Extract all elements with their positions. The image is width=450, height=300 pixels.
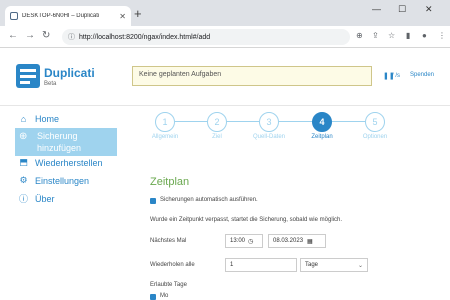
tab-close-icon[interactable]: ✕ (119, 12, 126, 21)
sidebar-item-label: hinzufügen (37, 143, 82, 153)
time-value: 13:00 (230, 238, 246, 244)
header-divider (0, 105, 450, 106)
sidepanel-icon[interactable]: ▮ (406, 31, 410, 40)
share-icon[interactable]: ⇪ (372, 31, 379, 40)
wizard-stepper: 1 2 3 4 5 Allgemein Ziel Quell-Daten Zei… (152, 112, 395, 152)
zoom-icon[interactable]: ⊕ (356, 31, 363, 40)
restore-icon: ⬒ (19, 157, 28, 167)
donate-link[interactable]: Spenden (410, 72, 434, 78)
window-close-icon[interactable]: ✕ (425, 4, 433, 15)
sidebar-item-restore[interactable]: ⬒ Wiederherstellen (17, 157, 103, 168)
repeat-count-value: 1 (230, 262, 234, 268)
throttle-speed[interactable]: / /s (392, 73, 400, 79)
time-input[interactable]: 13:00 ◷ (225, 234, 263, 248)
tab-title: DESKTOP-6N0HI – Duplicati (22, 13, 100, 19)
step-label: Quell-Daten (252, 134, 285, 140)
info-icon: ⓘ (18, 194, 28, 204)
day-checkbox-mo[interactable] (150, 294, 156, 300)
back-icon[interactable]: ← (8, 30, 18, 41)
step-label: Ziel (212, 134, 222, 140)
step-2[interactable]: 2 (207, 112, 227, 132)
step-5[interactable]: 5 (365, 112, 385, 132)
menu-icon[interactable]: ⋮ (438, 31, 446, 40)
sidebar-item-about[interactable]: ⓘ Über (17, 192, 55, 205)
repeat-count-input[interactable]: 1 (225, 258, 297, 272)
date-input[interactable]: 08.03.2023 ▦ (268, 234, 326, 248)
plus-icon: ⊕ (19, 131, 28, 142)
info-icon[interactable]: ⓘ (68, 32, 75, 42)
repeat-label: Wiederholen alle (150, 262, 195, 268)
calendar-icon: ▦ (307, 238, 313, 245)
reload-icon[interactable]: ↻ (42, 30, 50, 41)
step-3[interactable]: 3 (259, 112, 279, 132)
sidebar-item-label: Über (35, 193, 55, 204)
allowed-days-label: Erlaubte Tage (150, 282, 187, 288)
status-bar: Keine geplanten Aufgaben (132, 66, 372, 86)
duplicati-favicon-icon (10, 12, 18, 20)
next-time-label: Nächstes Mal (150, 238, 187, 244)
gear-icon: ⚙ (19, 175, 28, 185)
sidebar-item-label: Home (35, 114, 60, 124)
sidebar-item-settings[interactable]: ⚙ Einstellungen (17, 175, 89, 186)
sidebar-item-label: Sicherung (37, 131, 78, 141)
home-icon: ⌂ (20, 114, 27, 124)
browser-tab[interactable]: DESKTOP-6N0HI – Duplicati ✕ (5, 6, 131, 26)
section-title: Zeitplan (150, 176, 190, 188)
repeat-unit-select[interactable]: Tage ⌄ (300, 258, 368, 272)
minimize-icon[interactable]: — (372, 4, 381, 14)
duplicati-logo-icon[interactable] (16, 64, 40, 88)
new-tab-button[interactable]: + (134, 6, 142, 22)
address-bar[interactable]: ⓘ http://localhost:8200/ngax/index.html#… (62, 29, 350, 45)
repeat-unit-value: Tage (305, 262, 319, 268)
clock-icon: ◷ (248, 238, 254, 245)
browser-toolbar: ← → ↻ ⓘ http://localhost:8200/ngax/index… (0, 26, 450, 48)
app-subtitle: Beta (44, 81, 57, 87)
bookmark-star-icon[interactable]: ☆ (388, 31, 395, 40)
url-text[interactable]: http://localhost:8200/ngax/index.html#/a… (79, 34, 210, 41)
sidebar-item-home[interactable]: ⌂ Home (17, 114, 59, 124)
step-1[interactable]: 1 (155, 112, 175, 132)
missed-run-note: Wurde ein Zeitpunkt verpasst, startet di… (150, 217, 342, 223)
app-brand[interactable]: Duplicati (44, 66, 95, 80)
forward-icon[interactable]: → (25, 30, 35, 41)
auto-run-checkbox[interactable] (150, 198, 156, 204)
step-label: Zeitplan (311, 134, 333, 140)
browser-tab-bar: DESKTOP-6N0HI – Duplicati ✕ + — ☐ ✕ (0, 0, 450, 26)
date-value: 08.03.2023 (273, 238, 304, 244)
step-4[interactable]: 4 (312, 112, 332, 132)
sidebar-item-label: Wiederherstellen (35, 157, 103, 168)
auto-run-label: Sicherungen automatisch ausführen. (160, 197, 258, 203)
sidebar-item-add-backup[interactable]: ⊕ Sicherung hinzufügen (15, 128, 117, 156)
step-label: Allgemein (151, 134, 179, 140)
sidebar-item-label: Einstellungen (35, 175, 90, 186)
day-label-mo: Mo (160, 293, 169, 299)
chevron-down-icon: ⌄ (357, 263, 363, 269)
profile-icon[interactable]: ● (422, 31, 427, 40)
maximize-icon[interactable]: ☐ (398, 4, 406, 15)
step-label: Optionen (362, 134, 388, 140)
